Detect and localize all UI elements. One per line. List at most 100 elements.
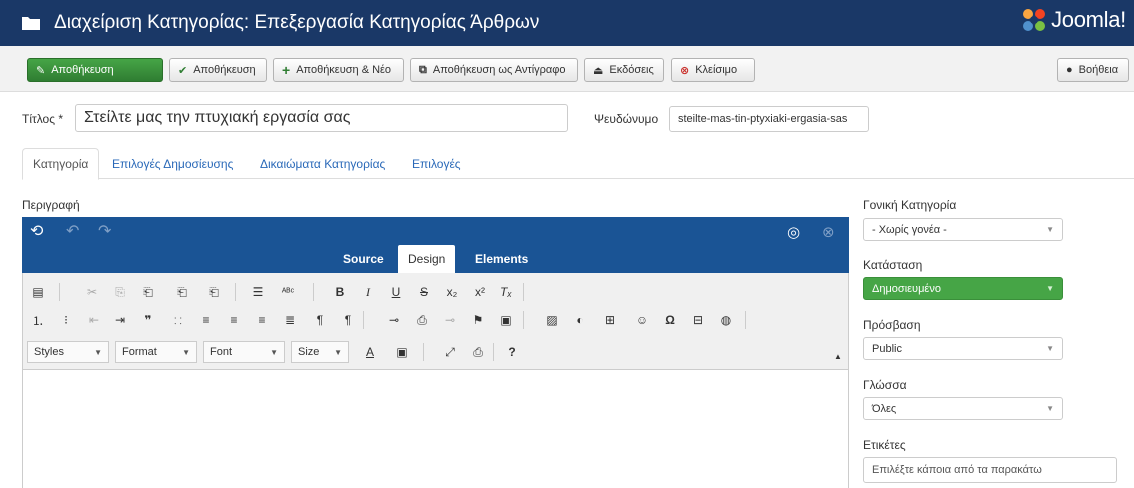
bg-color-icon[interactable]: ▣ — [391, 341, 413, 363]
unlink-icon[interactable]: ⊸ — [439, 309, 461, 331]
emoticon-icon[interactable]: ☺ — [631, 309, 653, 331]
image-icon[interactable]: ▨ — [541, 309, 563, 331]
align-left-icon[interactable]: ≡ — [195, 309, 217, 331]
tags-label: Ετικέτες — [863, 438, 906, 452]
tags-input[interactable]: Επιλέξτε κάποια από τα παρακάτω — [863, 457, 1117, 483]
tab-category[interactable]: Κατηγορία — [22, 148, 100, 180]
parent-category-label: Γονική Κατηγορία — [863, 198, 957, 212]
search-replace-icon[interactable]: ◎ — [787, 223, 800, 241]
font-dropdown[interactable]: Font ▼ — [203, 341, 285, 363]
language-value: Όλες — [872, 402, 897, 415]
fullscreen-icon[interactable]: ⤢ — [439, 341, 461, 363]
clear-format-icon[interactable]: Tₓ — [495, 281, 517, 303]
special-char-icon[interactable]: Ω — [659, 309, 681, 331]
save-button-label: Αποθήκευση — [51, 64, 114, 76]
unordered-list-icon[interactable]: ⁝ — [55, 309, 77, 331]
ltr-icon[interactable]: ¶ — [309, 309, 331, 331]
editor-tab-elements[interactable]: Elements — [465, 245, 538, 273]
styles-dropdown-label: Styles — [34, 346, 64, 358]
table-icon[interactable]: ⊞ — [599, 309, 621, 331]
italic-icon[interactable]: I — [357, 281, 379, 303]
file-link-icon[interactable]: ⎙ — [411, 309, 433, 331]
media-icon[interactable]: ▣ — [495, 309, 517, 331]
size-dropdown[interactable]: Size ▼ — [291, 341, 349, 363]
align-justify-icon[interactable]: ≣ — [279, 309, 301, 331]
outdent-icon[interactable]: ⇤ — [83, 309, 105, 331]
alias-input[interactable]: steilte-mas-tin-ptyxiaki-ergasia-sas — [669, 106, 869, 132]
spellcheck-icon[interactable]: ☰ — [247, 281, 269, 303]
help-question-icon[interactable]: ? — [501, 341, 523, 363]
horizontal-rule-icon[interactable]: ⊟ — [687, 309, 709, 331]
visual-aid-icon[interactable]: ◐ — [569, 309, 591, 331]
paste-word-icon[interactable]: ⎗ — [203, 281, 225, 303]
bold-icon[interactable]: B — [329, 281, 351, 303]
tab-publishing[interactable]: Επιλογές Δημοσίευσης — [102, 148, 243, 179]
cut-icon[interactable]: ✂ — [81, 281, 103, 303]
title-input[interactable]: Στείλτε μας την πτυχιακή εργασία σας — [75, 104, 568, 132]
status-label: Κατάσταση — [863, 258, 923, 272]
folder-icon — [22, 17, 40, 30]
paste-text-icon[interactable]: ⎗ — [171, 281, 193, 303]
ordered-list-icon[interactable]: ⒈ — [27, 309, 49, 331]
versions-label: Εκδόσεις — [609, 64, 654, 76]
format-dropdown[interactable]: Format ▼ — [115, 341, 197, 363]
link-icon[interactable]: ⊸ — [383, 309, 405, 331]
joomla-logo[interactable]: Joomla! — [1021, 7, 1126, 33]
editor-content-area[interactable] — [22, 369, 849, 488]
save-new-button[interactable]: + Αποθήκευση & Νέο — [273, 58, 404, 82]
save-new-label: Αποθήκευση & Νέο — [296, 64, 392, 76]
title-label: Τίτλος * — [22, 112, 64, 126]
close-button[interactable]: ⊗ Κλείσιμο — [671, 58, 755, 82]
strikethrough-icon[interactable]: S — [413, 281, 435, 303]
toolbar-toggle-icon[interactable]: ▲ — [827, 345, 849, 367]
edit-icon: ✎ — [36, 64, 46, 77]
help-label: Βοήθεια — [1078, 64, 1119, 76]
close-label: Κλείσιμο — [695, 64, 738, 76]
anchor-icon[interactable]: ⚑ — [467, 309, 489, 331]
tab-permissions[interactable]: Δικαιώματα Κατηγορίας — [250, 148, 395, 179]
editor-tab-source[interactable]: Source — [333, 245, 394, 273]
editor-tab-design[interactable]: Design — [398, 245, 456, 273]
status-select[interactable]: Δημοσιευμένο ▼ — [863, 277, 1063, 300]
rtl-icon[interactable]: ¶ — [337, 309, 359, 331]
superscript-icon[interactable]: x² — [469, 281, 491, 303]
joomla-logo-text: Joomla! — [1051, 7, 1126, 32]
language-select[interactable]: Όλες ▼ — [863, 397, 1063, 420]
styles-dropdown[interactable]: Styles ▼ — [27, 341, 109, 363]
description-label: Περιγραφή — [22, 198, 80, 212]
editor-header: ⟲ ↶ ↷ ◎ ⊗ Source Design Elements — [22, 217, 849, 273]
indent-icon[interactable]: ⇥ — [109, 309, 131, 331]
paste-icon[interactable]: ⎗ — [137, 281, 159, 303]
save-button[interactable]: ✎ Αποθήκευση — [27, 58, 163, 82]
versions-button[interactable]: ⏏ Εκδόσεις — [584, 58, 664, 82]
parent-category-select[interactable]: - Χωρίς γονέα - ▼ — [863, 218, 1063, 241]
align-center-icon[interactable]: ≡ — [223, 309, 245, 331]
abc-check-icon[interactable]: ᴬᴮᶜ — [277, 281, 299, 303]
text-color-icon[interactable]: A — [359, 341, 381, 363]
print-icon[interactable]: ⎙ — [467, 341, 489, 363]
div-container-icon[interactable]: ⸬ — [167, 309, 189, 331]
close-editor-icon[interactable]: ⊗ — [822, 223, 835, 241]
status-value: Δημοσιευμένο — [872, 282, 941, 295]
question-circle-icon: ● — [1066, 64, 1073, 76]
new-document-icon[interactable]: ▤ — [27, 281, 49, 303]
redo-icon[interactable]: ↷ — [98, 221, 111, 241]
subscript-icon[interactable]: x₂ — [441, 281, 463, 303]
tags-placeholder: Επιλέξτε κάποια από τα παρακάτω — [872, 464, 1042, 476]
save-close-button[interactable]: ✔ Αποθήκευση — [169, 58, 267, 82]
globe-icon[interactable]: ◍ — [715, 309, 737, 331]
access-select[interactable]: Public ▼ — [863, 337, 1063, 360]
joomla-logo-icon — [1023, 9, 1046, 31]
blockquote-icon[interactable]: ❞ — [137, 309, 159, 331]
title-bar: Διαχείριση Κατηγορίας: Επεξεργασία Κατηγ… — [0, 0, 1134, 46]
save-copy-button[interactable]: ⧉ Αποθήκευση ως Αντίγραφο — [410, 58, 578, 82]
format-dropdown-label: Format — [122, 346, 157, 358]
undo-icon[interactable]: ↶ — [66, 221, 79, 241]
close-circle-icon: ⊗ — [680, 64, 690, 77]
copy-icon[interactable]: ⎘ — [109, 281, 131, 303]
tab-options[interactable]: Επιλογές — [402, 148, 471, 179]
help-button[interactable]: ● Βοήθεια — [1057, 58, 1129, 82]
underline-icon[interactable]: U — [385, 281, 407, 303]
history-icon[interactable]: ⟲ — [30, 221, 43, 241]
align-right-icon[interactable]: ≡ — [251, 309, 273, 331]
